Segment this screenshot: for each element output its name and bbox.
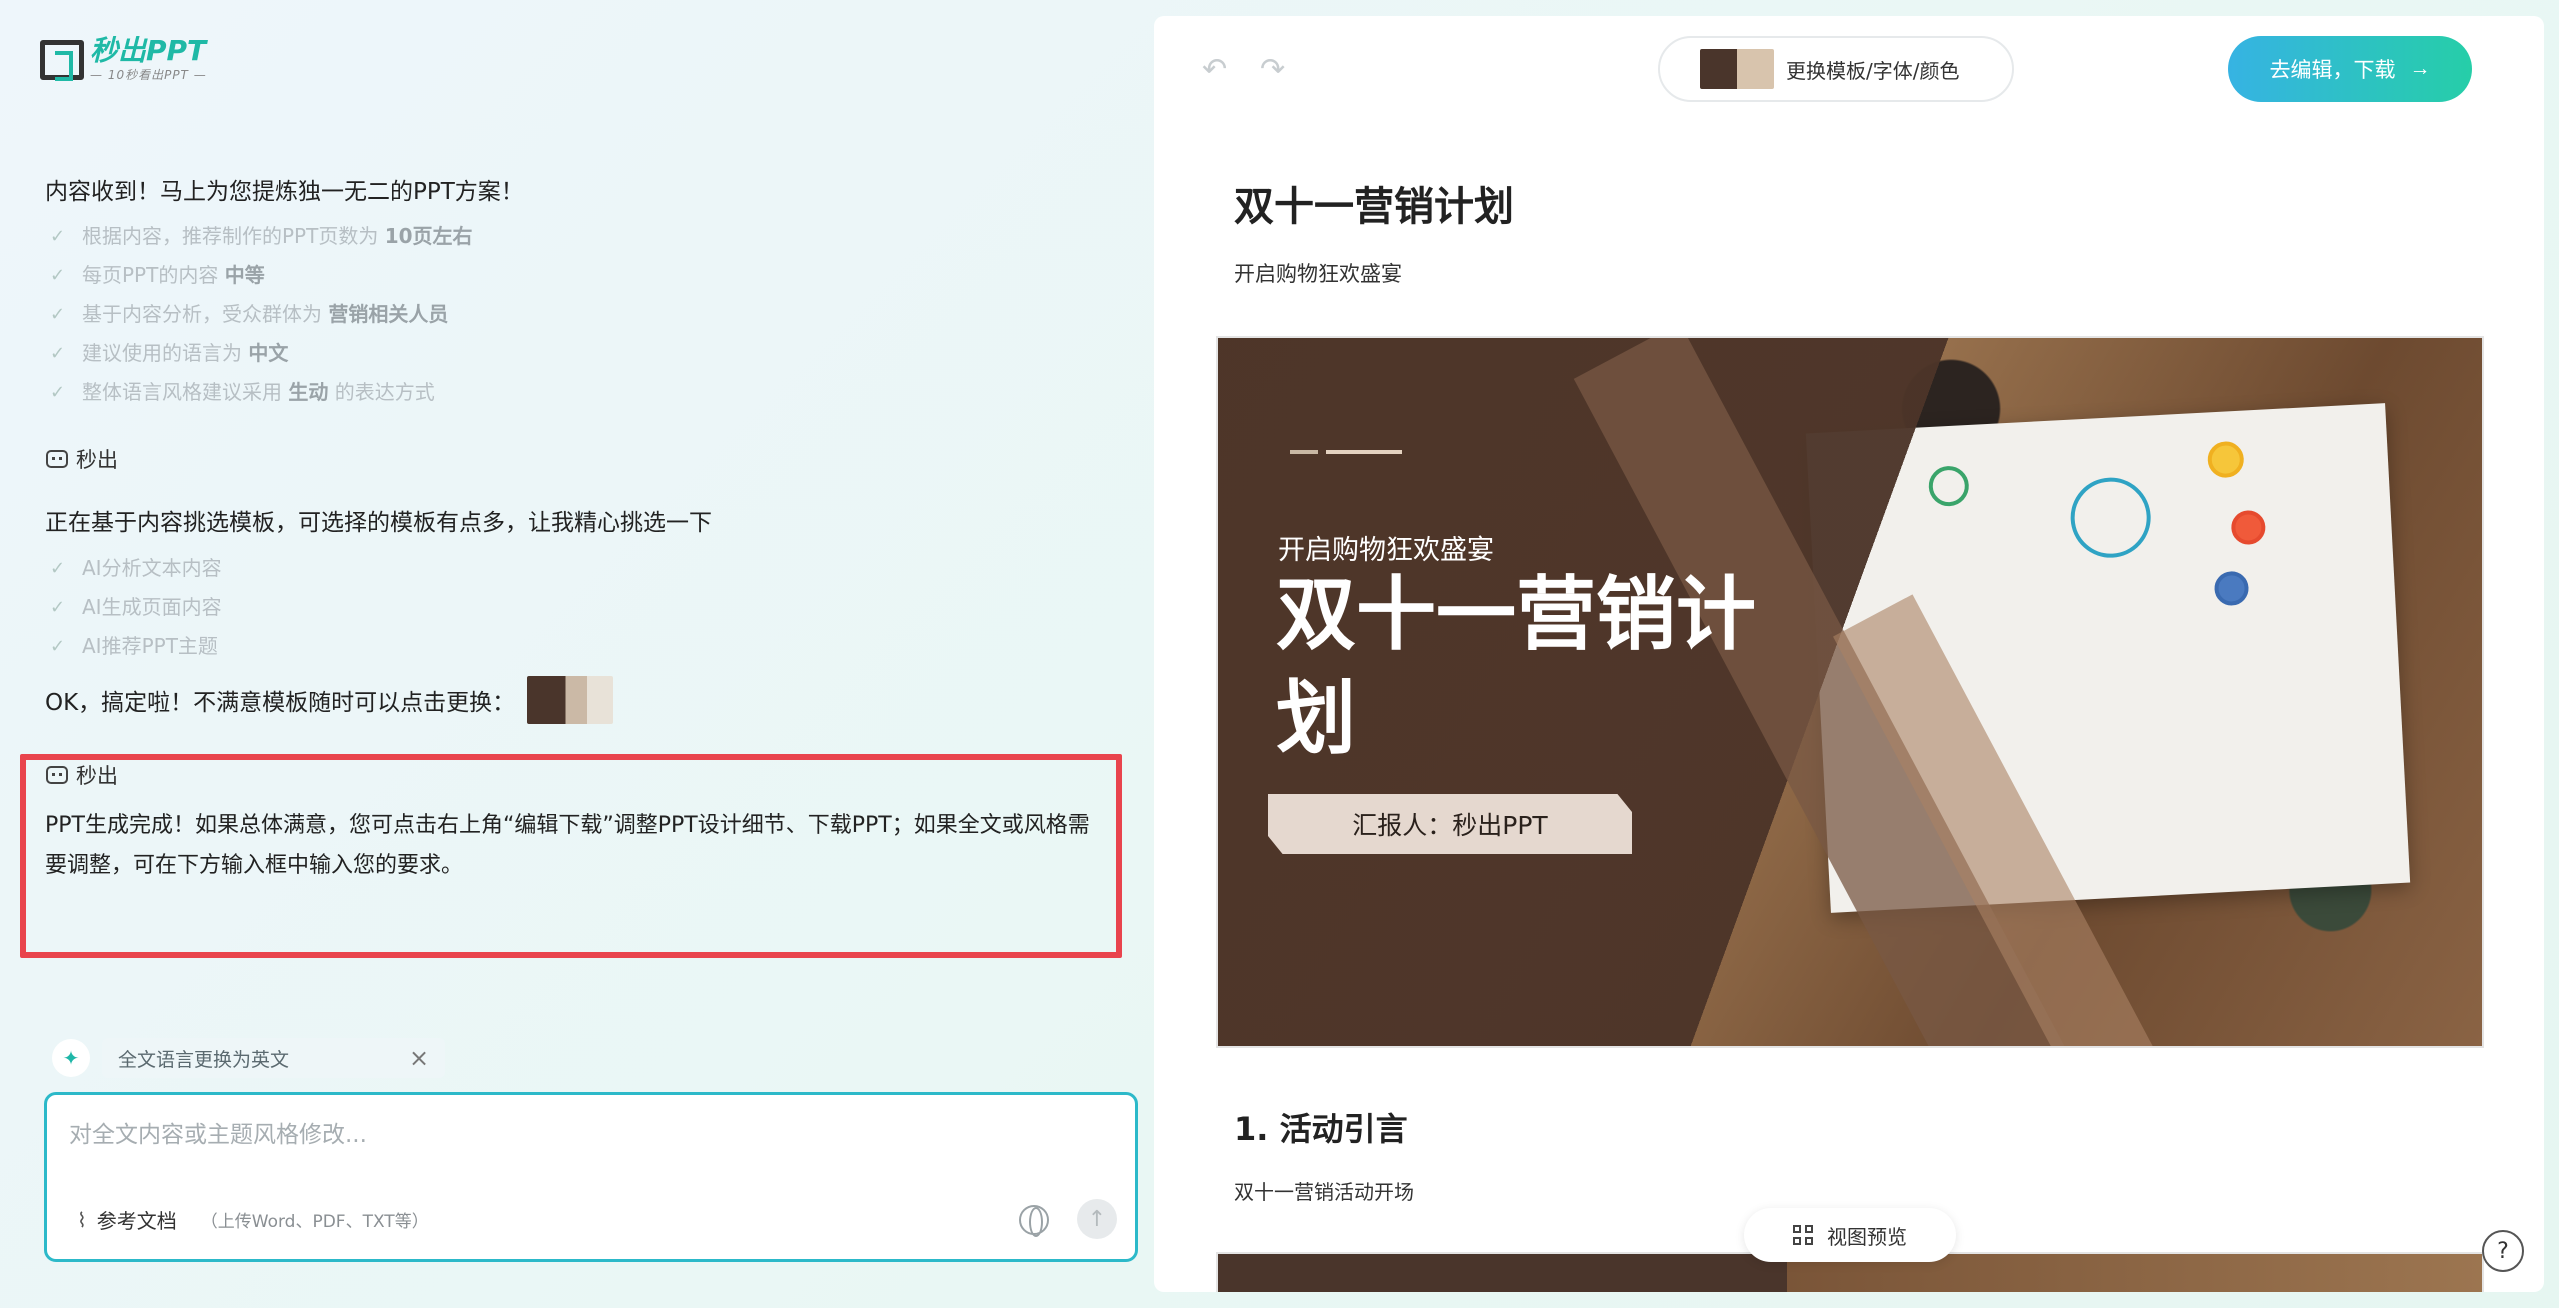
chat-panel: 秒出PPT — 10秒看出PPT — 内容收到！马上为您提炼独一无二的PPT方案… [0, 0, 1140, 1308]
suggestion-chip[interactable]: 全文语言更换为英文 × [102, 1038, 446, 1078]
chat-message-1: 内容收到！马上为您提炼独一无二的PPT方案！ [45, 179, 524, 205]
robot-icon [46, 766, 68, 784]
template-thumbnail[interactable] [527, 676, 614, 724]
logo-subtitle: — 10秒看出PPT — [90, 68, 207, 82]
grid-icon [1793, 1225, 1813, 1245]
attach-hint: （上传Word、PDF、TXT等） [200, 1212, 429, 1232]
section-subtitle: 双十一营销活动开场 [1234, 1180, 1414, 1204]
document-subtitle: 开启购物狂欢盛宴 [1234, 262, 1402, 286]
analysis-checklist: ✓ 根据内容，推荐制作的PPT页数为 10页左右 ✓ 每页PPT的内容 中等 ✓ 基于… [50, 217, 473, 412]
logo-title: 秒出PPT [90, 34, 207, 67]
view-preview-button[interactable]: 视图预览 [1744, 1208, 1956, 1262]
check-icon: ✓ [50, 382, 66, 403]
edit-download-button[interactable]: 去编辑，下载 → [2228, 36, 2472, 102]
check-item: ✓ 基于内容分析，受众群体为 营销相关人员 [50, 295, 473, 334]
check-icon: ✓ [50, 304, 66, 325]
slide-accent-line [1290, 450, 1318, 454]
paperclip-icon: ⌇ [77, 1207, 87, 1232]
ai-progress-checklist: ✓ AI分析文本内容 ✓ AI生成页面内容 ✓ AI推荐PPT主题 [50, 549, 222, 666]
robot-icon [46, 450, 68, 468]
help-icon[interactable]: ? [2482, 1230, 2524, 1272]
template-thumbnail [1700, 49, 1774, 89]
check-item: ✓ 根据内容，推荐制作的PPT页数为 10页左右 [50, 217, 473, 256]
logo[interactable]: 秒出PPT — 10秒看出PPT — [40, 36, 207, 83]
chat-input[interactable] [69, 1115, 1109, 1155]
bot-label: 秒出 [46, 444, 118, 474]
suggestion-chip-label: 全文语言更换为英文 [118, 1048, 290, 1071]
check-icon: ✓ [50, 597, 66, 618]
chat-message-2: 正在基于内容挑选模板，可选择的模板有点多，让我精心挑选一下 [45, 510, 712, 536]
check-item: ✓ 建议使用的语言为 中文 [50, 334, 473, 373]
check-item: ✓ 整体语言风格建议采用 生动 的表达方式 [50, 373, 473, 412]
chat-final-message: PPT生成完成！如果总体满意，您可点击右上角“编辑下载”调整PPT设计细节、下载… [45, 813, 1090, 878]
suggestion-chip-row: ✦ 全文语言更换为英文 × [52, 1038, 446, 1078]
change-template-button[interactable]: 更换模板/字体/颜色 [1658, 36, 2014, 102]
globe-icon[interactable] [1019, 1205, 1049, 1237]
sparkle-icon: ✦ [52, 1039, 90, 1077]
chat-input-box: ⌇ 参考文档 （上传Word、PDF、TXT等） ↑ [44, 1092, 1138, 1262]
change-template-label: 更换模板/字体/颜色 [1786, 58, 1960, 83]
check-icon: ✓ [50, 558, 66, 579]
check-item: ✓ 每页PPT的内容 中等 [50, 256, 473, 295]
section-title: 1. 活动引言 [1234, 1110, 1408, 1148]
logo-icon [40, 39, 84, 81]
send-button[interactable]: ↑ [1077, 1199, 1117, 1239]
undo-icon[interactable]: ↶ [1202, 52, 1227, 87]
close-icon[interactable]: × [409, 1044, 429, 1072]
document-preview-panel: ↶ ↷ 更换模板/字体/颜色 去编辑，下载 → 双十一营销计划 开启购物狂欢盛宴… [1154, 16, 2544, 1292]
check-icon: ✓ [50, 226, 66, 247]
check-icon: ✓ [50, 343, 66, 364]
document-title: 双十一营销计划 [1234, 184, 1514, 230]
slide-reporter: 汇报人：秒出PPT [1268, 794, 1632, 854]
redo-icon[interactable]: ↷ [1260, 52, 1285, 87]
arrow-right-icon: → [2409, 57, 2431, 80]
attach-document-button[interactable]: ⌇ 参考文档 （上传Word、PDF、TXT等） [77, 1205, 429, 1234]
check-icon: ✓ [50, 265, 66, 286]
bot-label: 秒出 [46, 760, 118, 790]
check-item: ✓ AI推荐PPT主题 [50, 627, 222, 666]
slide-title: 双十一营销计划 [1276, 567, 1756, 765]
check-item: ✓ AI分析文本内容 [50, 549, 222, 588]
check-item: ✓ AI生成页面内容 [50, 588, 222, 627]
attach-label: 参考文档 [96, 1209, 177, 1233]
chat-message-3: OK，搞定啦！不满意模板随时可以点击更换： [45, 676, 614, 724]
cover-slide[interactable]: 开启购物狂欢盛宴 双十一营销计划 汇报人：秒出PPT [1216, 336, 2484, 1048]
check-icon: ✓ [50, 636, 66, 657]
slide-accent-line [1326, 450, 1402, 454]
